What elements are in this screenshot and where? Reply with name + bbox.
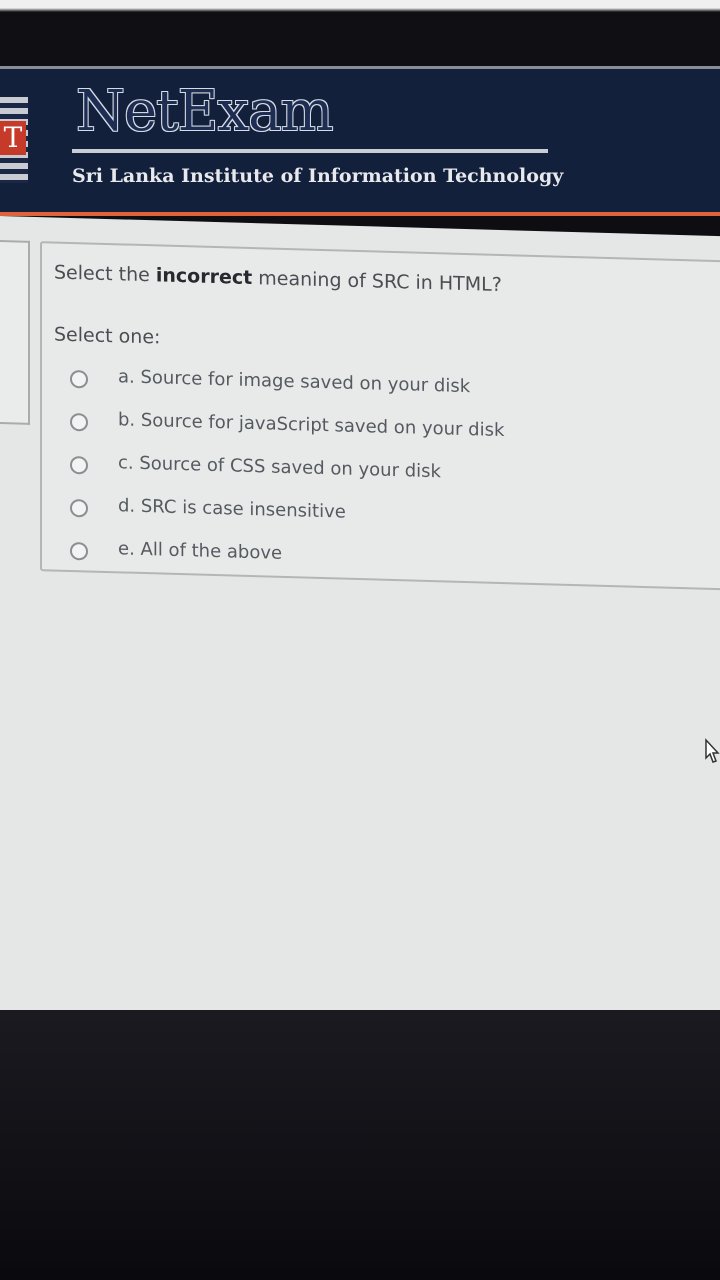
answer-option-label[interactable]: a. Source for image saved on your disk <box>118 366 470 397</box>
question-text: Select the incorrect meaning of SRC in H… <box>54 262 502 297</box>
radio-unchecked-icon[interactable] <box>70 541 88 561</box>
select-one-label: Select one: <box>54 323 161 349</box>
answer-options: a. Source for image saved on your disk b… <box>62 362 622 593</box>
question-emphasis: incorrect <box>155 264 253 290</box>
radio-unchecked-icon[interactable] <box>70 455 88 475</box>
answer-option-label[interactable]: e. All of the above <box>118 538 282 564</box>
brand-divider <box>72 149 548 153</box>
answer-option-label[interactable]: d. SRC is case insensitive <box>118 495 346 522</box>
main-content: Select the incorrect meaning of SRC in H… <box>0 216 720 1037</box>
radio-unchecked-icon[interactable] <box>70 369 88 389</box>
mouse-pointer-icon <box>705 738 720 763</box>
question-prefix: Select the <box>54 261 156 287</box>
quiz-navigation-panel[interactable] <box>0 239 30 425</box>
radio-unchecked-icon[interactable] <box>70 498 88 518</box>
answer-option-label[interactable]: c. Source of CSS saved on your disk <box>118 452 441 482</box>
site-header: T NetExam Sri Lanka Institute of Informa… <box>0 66 720 216</box>
question-suffix: meaning of SRC in HTML? <box>252 267 502 297</box>
question-card: Select the incorrect meaning of SRC in H… <box>40 241 720 591</box>
brand-subtitle: Sri Lanka Institute of Information Techn… <box>72 165 564 187</box>
monitor-top-bezel <box>0 0 720 66</box>
monitor-bottom-bezel <box>0 1010 720 1280</box>
institute-logo-letter: T <box>0 121 26 155</box>
brand-title[interactable]: NetExam <box>76 79 334 144</box>
radio-unchecked-icon[interactable] <box>70 412 88 432</box>
